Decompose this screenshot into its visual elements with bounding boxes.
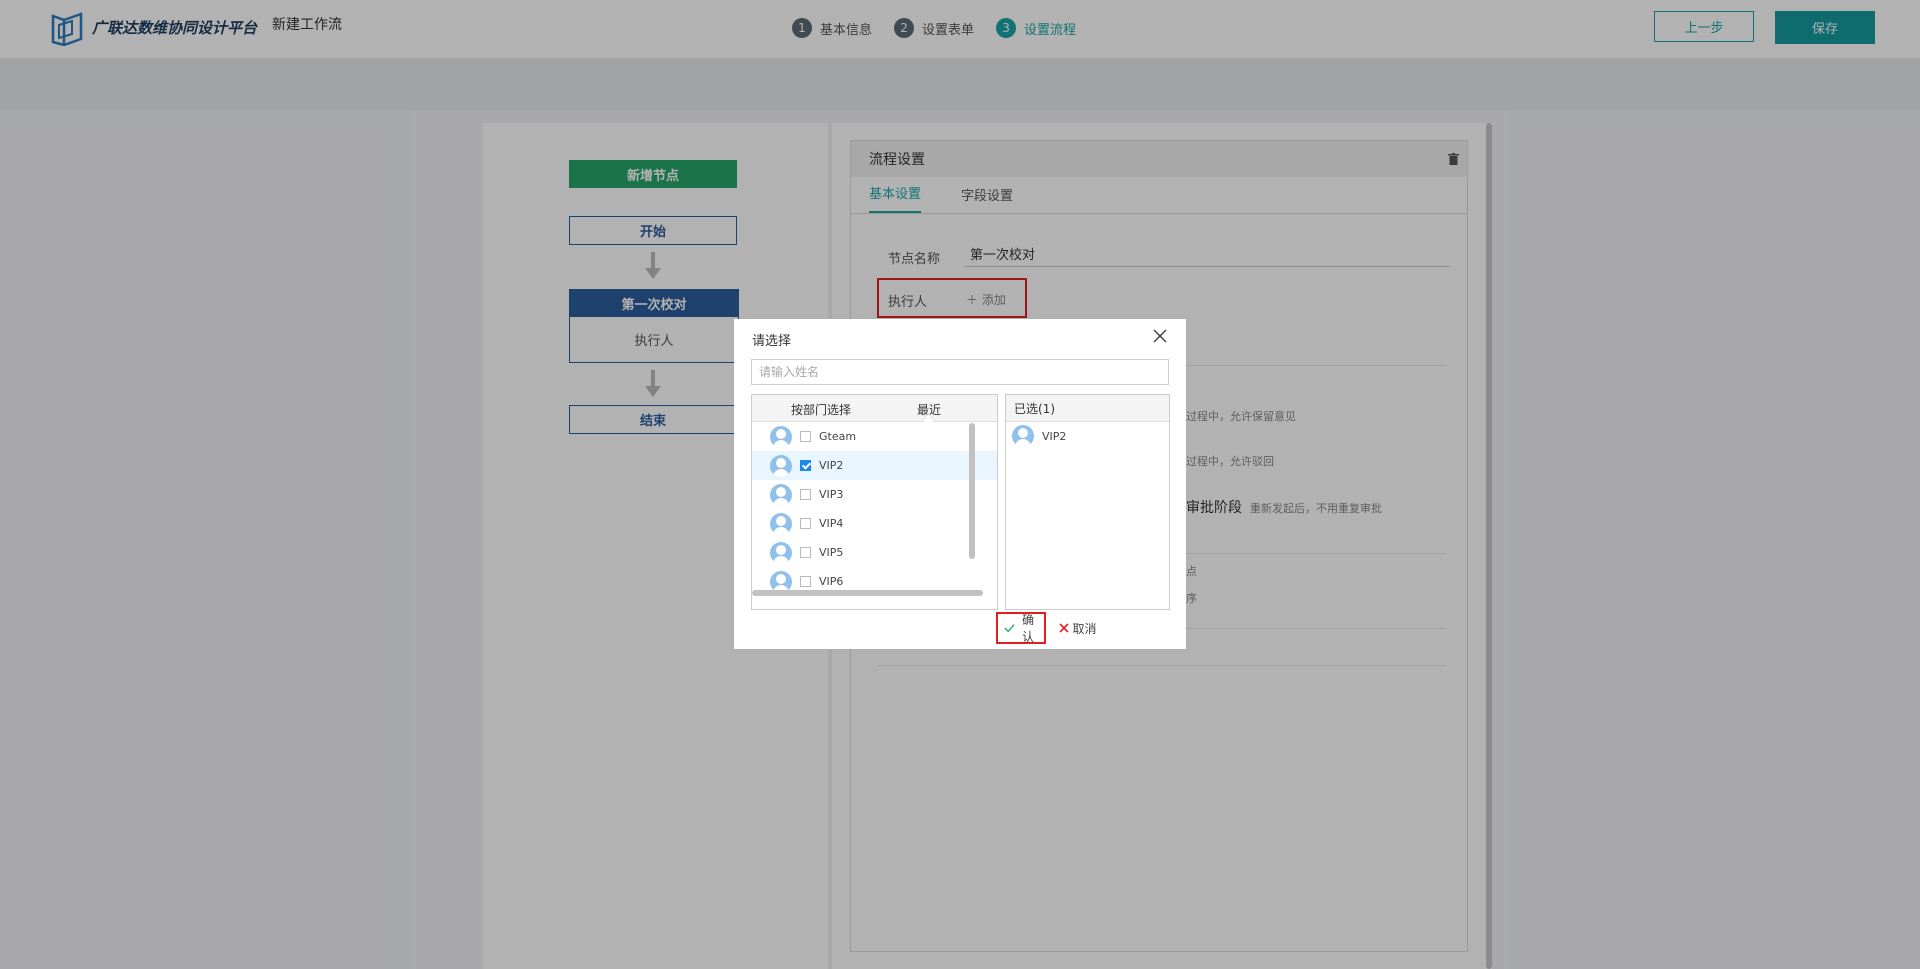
user-checkbox[interactable] bbox=[800, 460, 811, 471]
confirm-button[interactable]: 确认 bbox=[996, 612, 1046, 644]
close-icon[interactable] bbox=[1152, 328, 1168, 344]
dialog-title: 请选择 bbox=[752, 334, 792, 349]
user-name: VIP4 bbox=[819, 517, 844, 530]
user-name: VIP5 bbox=[819, 546, 844, 559]
user-checkbox[interactable] bbox=[800, 518, 811, 529]
user-avatar-icon bbox=[770, 454, 792, 477]
candidate-list: 按部门选择 最近 Gteam VIP2 VIP3 VIP4 VIP5 VIP6 bbox=[751, 394, 998, 610]
user-row-vip5[interactable]: VIP5 bbox=[752, 538, 997, 567]
user-avatar-icon bbox=[1012, 425, 1034, 447]
check-icon bbox=[1004, 624, 1015, 633]
selected-header: 已选(1) bbox=[1006, 395, 1169, 422]
user-avatar-icon bbox=[770, 483, 792, 506]
cancel-button[interactable]: 取消 bbox=[1052, 612, 1104, 644]
candidate-vertical-scrollbar[interactable] bbox=[969, 423, 975, 559]
user-checkbox[interactable] bbox=[800, 547, 811, 558]
user-row-gteam[interactable]: Gteam bbox=[752, 422, 997, 451]
confirm-label: 确认 bbox=[1021, 613, 1034, 644]
user-checkbox[interactable] bbox=[800, 431, 811, 442]
user-checkbox[interactable] bbox=[800, 489, 811, 500]
candidate-tabs: 按部门选择 最近 bbox=[752, 395, 997, 426]
selected-user-name: VIP2 bbox=[1042, 429, 1067, 443]
user-avatar-icon bbox=[770, 512, 792, 535]
close-x-icon bbox=[1059, 623, 1070, 633]
user-name: Gteam bbox=[819, 430, 857, 443]
search-name-input[interactable] bbox=[751, 359, 1169, 385]
cancel-label: 取消 bbox=[1072, 621, 1097, 636]
user-row-vip2[interactable]: VIP2 bbox=[752, 451, 997, 480]
user-row-vip4[interactable]: VIP4 bbox=[752, 509, 997, 538]
user-name: VIP3 bbox=[819, 488, 844, 501]
user-row-vip3[interactable]: VIP3 bbox=[752, 480, 997, 509]
user-avatar-icon bbox=[770, 425, 792, 448]
user-name: VIP2 bbox=[819, 459, 844, 472]
user-name: VIP6 bbox=[819, 575, 844, 588]
user-avatar-icon bbox=[770, 541, 792, 564]
select-user-dialog: 请选择 按部门选择 最近 Gteam VIP2 VIP3 VIP4 bbox=[734, 319, 1186, 649]
user-checkbox[interactable] bbox=[800, 576, 811, 587]
selected-list: 已选(1) VIP2 bbox=[1005, 394, 1170, 610]
tab-by-department[interactable]: 按部门选择 bbox=[791, 401, 851, 418]
selected-user-vip2[interactable]: VIP2 bbox=[1006, 422, 1169, 450]
candidate-horizontal-scrollbar[interactable] bbox=[752, 590, 983, 596]
